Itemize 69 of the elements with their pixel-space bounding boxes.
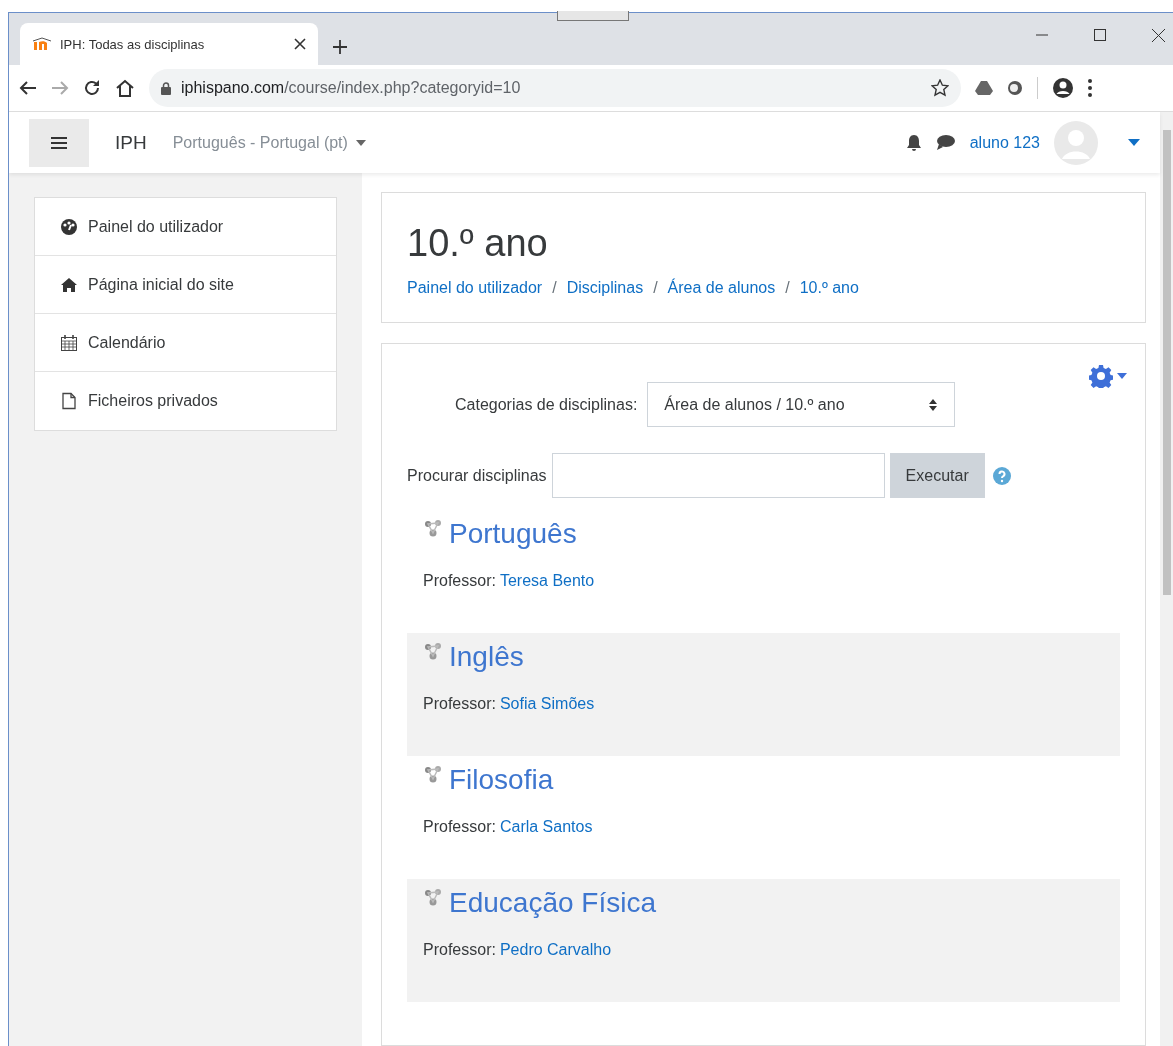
breadcrumb-link[interactable]: Disciplinas xyxy=(566,279,644,297)
course-title-link[interactable]: Educação Física xyxy=(449,887,656,919)
close-icon[interactable] xyxy=(294,38,306,50)
teacher-link[interactable]: Carla Santos xyxy=(499,818,593,835)
course-title-link[interactable]: Filosofia xyxy=(449,764,554,796)
menu-button[interactable] xyxy=(29,118,89,167)
breadcrumb-separator: / xyxy=(653,279,658,297)
teacher-label: Professor: xyxy=(423,818,496,835)
user-name[interactable]: aluno 123 xyxy=(969,133,1040,152)
teacher-label: Professor: xyxy=(423,572,496,589)
scrollbar-thumb[interactable] xyxy=(1163,130,1171,595)
new-tab-icon[interactable] xyxy=(332,39,348,55)
course-title-link[interactable]: Português xyxy=(449,518,577,550)
tab-title: IPH: Todas as disciplinas xyxy=(60,36,206,52)
search-field[interactable] xyxy=(551,453,885,498)
file-icon xyxy=(60,392,78,410)
field-label: Procurar disciplinas xyxy=(407,466,547,485)
more-menu-icon[interactable] xyxy=(1088,79,1092,97)
back-arrow-icon[interactable] xyxy=(19,80,37,96)
breadcrumb-separator: / xyxy=(552,279,557,297)
caret-icon xyxy=(355,139,366,146)
bell-icon[interactable] xyxy=(905,133,922,152)
calendar-icon xyxy=(60,333,78,352)
caret-icon xyxy=(1117,373,1127,379)
teacher-link[interactable]: Pedro Carvalho xyxy=(499,941,612,958)
circle-icon[interactable] xyxy=(1007,80,1023,96)
profile-icon[interactable] xyxy=(1052,77,1074,99)
teacher-link[interactable]: Sofia Simões xyxy=(499,695,595,712)
breadcrumb-link[interactable]: Painel do utilizador xyxy=(407,279,543,297)
home-icon[interactable] xyxy=(115,79,135,97)
help-icon[interactable] xyxy=(992,466,1011,485)
field-label: Categorias de disciplinas: xyxy=(455,395,638,414)
language-menu[interactable]: Português - Portugal (pt) xyxy=(172,133,366,152)
url-text: iphispano.com/course/index.php?categoryid=10 xyxy=(181,79,522,97)
course-icon xyxy=(423,764,443,784)
sidebar-item[interactable]: Painel do utilizador xyxy=(35,198,336,256)
chat-bubble-icon[interactable] xyxy=(935,134,956,151)
course-icon xyxy=(423,518,443,538)
search-button[interactable]: Executar xyxy=(889,453,985,498)
settings-icon xyxy=(1089,364,1113,388)
star-icon[interactable] xyxy=(931,79,949,97)
page-title: 10.º ano xyxy=(407,222,549,265)
teacher-label: Professor: xyxy=(423,695,496,712)
sort-arrows-icon xyxy=(928,397,939,412)
site-logo-icon xyxy=(32,37,52,51)
teacher-label: Professor: xyxy=(423,941,496,958)
teacher-link[interactable]: Teresa Bento xyxy=(499,572,595,589)
browser-tab[interactable]: IPH: Todas as disciplinas xyxy=(20,23,318,65)
sidebar-item[interactable]: Calendário xyxy=(35,314,336,372)
site-name[interactable]: IPH xyxy=(115,131,147,154)
sidebar-item[interactable]: Ficheiros privados xyxy=(35,372,336,430)
home-icon xyxy=(60,275,78,294)
reload-icon[interactable] xyxy=(83,79,101,97)
close-icon[interactable] xyxy=(1152,29,1165,42)
sidebar-item[interactable]: Página inicial do site xyxy=(35,256,336,314)
category-select[interactable]: Área de alunos / 10.º ano xyxy=(647,382,956,427)
menu-icon xyxy=(51,135,67,150)
breadcrumb-link[interactable]: 10.º ano xyxy=(799,279,859,297)
course-icon xyxy=(423,887,443,907)
dashboard-icon xyxy=(60,217,78,236)
lock-icon xyxy=(161,81,171,95)
maximize-icon[interactable] xyxy=(1094,29,1106,41)
breadcrumb-link[interactable]: Área de alunos xyxy=(667,279,776,297)
breadcrumb-separator: / xyxy=(785,279,790,297)
caret-icon[interactable] xyxy=(1128,139,1140,146)
address-bar[interactable]: iphispano.com/course/index.php?categoryid=10 xyxy=(149,69,961,107)
course-icon xyxy=(423,641,443,661)
settings-menu-button[interactable] xyxy=(1089,364,1127,388)
course-title-link[interactable]: Inglês xyxy=(449,641,524,673)
